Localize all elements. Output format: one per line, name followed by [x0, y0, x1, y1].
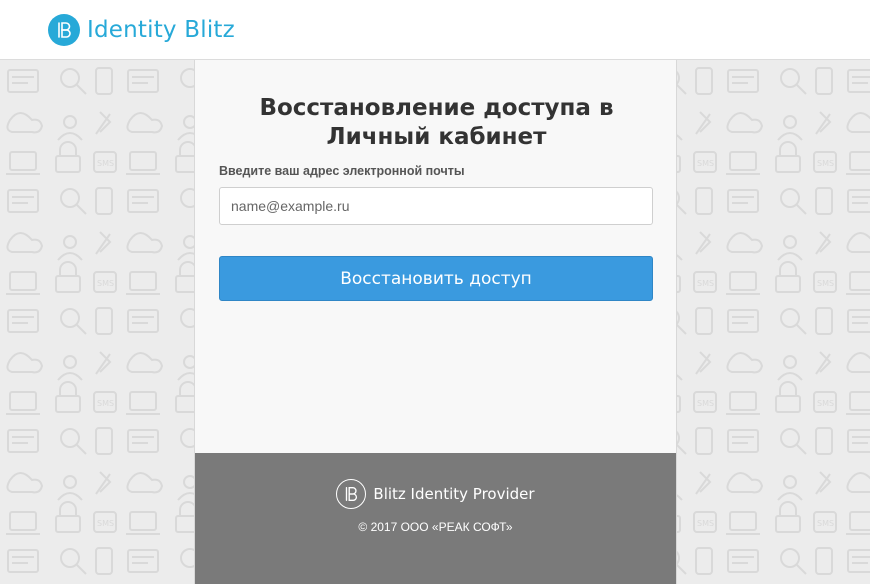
- top-bar: Identity Blitz: [0, 0, 870, 60]
- recovery-card: Восстановление доступа в Личный кабинет …: [194, 60, 677, 584]
- blitz-b-logo-icon[interactable]: [48, 13, 80, 46]
- footer: Blitz Identity Provider © 2017 ООО «РЕАК…: [195, 453, 676, 584]
- email-label: Введите ваш адрес электронной почты: [219, 164, 465, 178]
- blitz-b-logo-icon: [336, 479, 367, 509]
- footer-brand: Blitz Identity Provider: [195, 479, 676, 509]
- title-bold: Личный кабинет: [326, 124, 547, 150]
- email-input[interactable]: [219, 187, 653, 225]
- page-title: Восстановление доступа в Личный кабинет: [219, 94, 654, 152]
- footer-provider-name: Blitz Identity Provider: [373, 485, 535, 503]
- footer-copyright: © 2017 ООО «РЕАК СОФТ»: [358, 520, 513, 534]
- recover-access-button[interactable]: Восстановить доступ: [219, 256, 653, 301]
- title-regular: Восстановление доступа в: [259, 95, 614, 121]
- brand-name[interactable]: Identity Blitz: [87, 17, 235, 43]
